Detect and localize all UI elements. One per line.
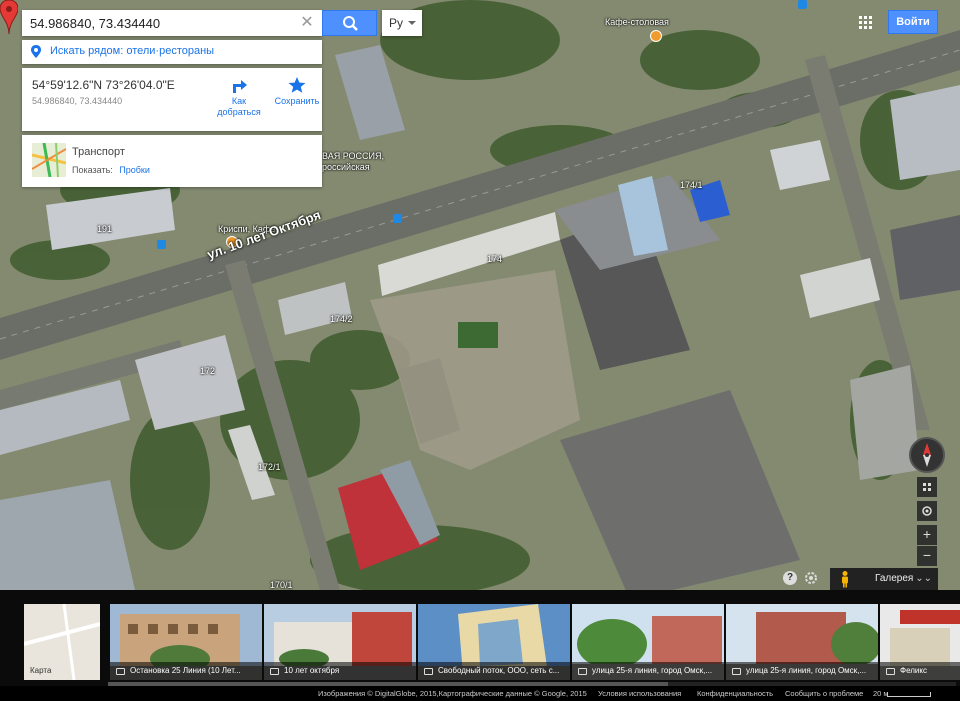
language-selector-label: Ру [389,16,404,30]
report-problem-link[interactable]: Сообщить о проблеме [785,686,863,701]
transport-layer-card: Транспорт Показать: Пробки [22,135,322,187]
help-icon[interactable]: ? [783,571,797,585]
gallery-tile-photo[interactable]: Феликс [880,604,960,680]
bus-stop-icon[interactable] [798,0,807,9]
gallery-tile-caption: Феликс [880,662,960,680]
building-number-172: 172 [200,366,216,376]
star-icon [288,77,306,93]
scale-bar [887,692,931,697]
transit-map-icon [32,143,66,177]
gallery-toggle-button[interactable]: Галерея ⌄⌄ [830,568,938,590]
transport-show-row: Показать: Пробки [72,165,150,175]
my-location-button[interactable] [917,501,937,521]
directions-label-line2: добраться [217,107,261,117]
directions-label-line1: Как [231,96,247,106]
gallery-tile-caption: 10 лет октября [264,662,416,680]
imagery-attribution: Изображения © DigitalGlobe, 2015,Картогр… [318,689,587,698]
gallery-tile-streetview[interactable]: улица 25-я линия, город Омск,... [726,604,878,680]
location-pin-icon[interactable] [0,0,18,34]
login-button[interactable]: Войти [888,10,938,34]
save-label: Сохранить [274,96,320,106]
terms-link[interactable]: Условия использования [598,686,681,701]
search-icon [343,16,358,31]
streetview-360-icon [732,668,741,675]
bus-stop-icon[interactable] [393,214,402,223]
gallery-label: Галерея [875,573,914,584]
gallery-tile-caption-text: улица 25-я линия, город Омск,... [592,666,713,675]
gallery-tile-caption: Остановка 25 Линия (10 Лет... [110,662,262,680]
gallery-tile-caption-text: улица 25-я линия, город Омск,... [746,666,867,675]
gallery-tile-caption: Свободный поток, ООО, сеть с... [418,662,570,680]
my-location-icon [922,506,932,516]
gallery-tile-photo[interactable]: 10 лет октября [264,604,416,680]
gallery-tile-map[interactable]: Карта [24,604,100,680]
search-box: ✕ [22,10,322,36]
gallery-tile-caption: улица 25-я линия, город Омск,... [572,662,724,680]
gallery-tile-caption: улица 25-я линия, город Омск,... [726,662,878,680]
streetview-360-icon [578,668,587,675]
transport-layer-title: Транспорт [72,146,125,158]
zoom-in-button[interactable]: + [917,525,937,545]
building-number-174-2: 174/2 [330,314,353,324]
map-label-cafe-stolovaya[interactable]: Кафе-столовая [605,17,669,27]
apps-grid-button[interactable] [855,12,875,32]
gallery-tile-caption-text: 10 лет октября [284,666,340,675]
footer-bar: Изображения © DigitalGlobe, 2015,Картогр… [0,686,960,701]
building-number-172-1: 172/1 [258,462,281,472]
coordinates-dms: 54°59'12.6"N 73°26'04.0"E [32,78,175,92]
camera-icon [270,668,279,675]
gallery-tile-photo[interactable]: Остановка 25 Линия (10 Лет... [110,604,262,680]
directions-icon [233,80,247,93]
gallery-tile-caption-text: Феликс [900,666,927,675]
coordinates-decimal: 54.986840, 73.434440 [32,96,123,106]
search-nearby-label: Искать рядом: отели·рестораны [50,45,215,57]
gear-icon [805,572,817,584]
map-label-bank-line2: российская [322,162,370,172]
search-button[interactable] [322,10,377,36]
privacy-link[interactable]: Конфиденциальность [697,686,773,701]
transport-layer-thumbnail[interactable] [32,143,66,177]
gallery-tile-caption-text: Остановка 25 Линия (10 Лет... [130,666,241,675]
coordinates-card: 54°59'12.6"N 73°26'04.0"E 54.986840, 73.… [22,68,322,131]
directions-button[interactable]: Как добраться [210,74,268,118]
traffic-link[interactable]: Пробки [119,165,150,175]
gallery-tile-photo[interactable]: Свободный поток, ООО, сеть с... [418,604,570,680]
search-nearby-link[interactable]: Искать рядом: отели·рестораны [22,40,322,64]
zoom-out-button[interactable]: − [917,546,937,566]
gallery-tile-streetview[interactable]: улица 25-я линия, город Омск,... [572,604,724,680]
compass-icon [923,443,931,467]
building-number-170-1: 170/1 [270,580,293,590]
pegman-icon [842,571,848,588]
gallery-tile-caption-text: Свободный поток, ООО, сеть с... [438,666,560,675]
camera-icon [886,668,895,675]
restaurant-icon[interactable] [650,30,662,42]
photo-gallery-strip: Карта Остановка 25 Линия (10 Лет... 10 л… [0,590,960,686]
language-selector[interactable]: Ру [382,10,422,36]
gallery-tile-caption: Карта [30,666,52,675]
camera-icon [116,668,125,675]
location-pin-icon [31,45,41,58]
chevron-down-icon: ⌄⌄ [915,573,932,584]
building-number-191: 191 [97,224,113,234]
chevron-down-icon [408,21,416,25]
camera-icon [424,668,433,675]
grid-view-icon [923,483,931,491]
settings-button[interactable] [803,570,819,586]
building-number-174-1: 174/1 [680,180,703,190]
bus-stop-icon[interactable] [157,240,166,249]
compass-button[interactable] [909,437,945,473]
search-input[interactable] [22,10,294,36]
save-button[interactable]: Сохранить [268,74,326,107]
building-number-174: 174 [487,254,503,264]
tilt-view-button[interactable] [917,477,937,497]
map-label-bank-line1: ВАЯ РОССИЯ, [322,151,384,161]
apps-grid-icon [859,16,872,29]
transport-show-label: Показать: [72,165,113,175]
clear-search-icon[interactable]: ✕ [298,14,316,32]
